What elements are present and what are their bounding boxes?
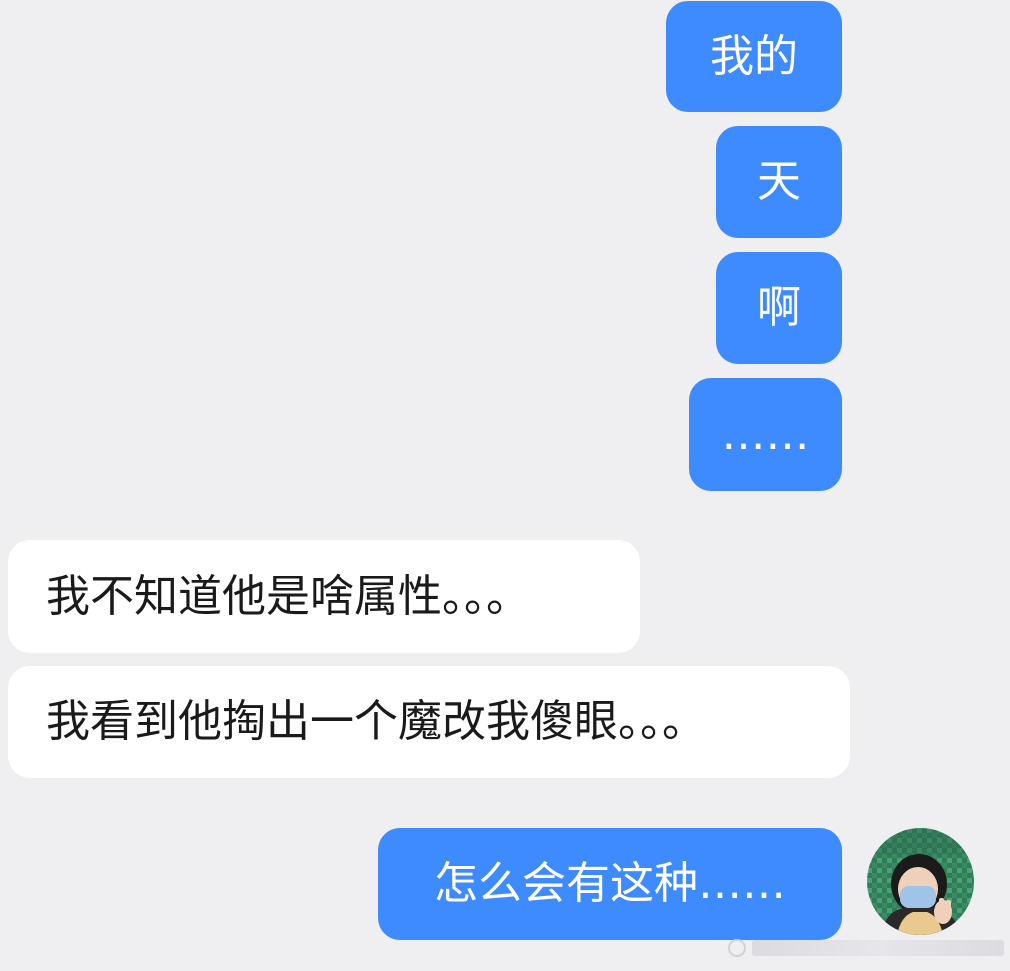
message-text: 天 bbox=[757, 156, 801, 207]
message-bubble-outgoing[interactable]: 我的 bbox=[666, 1, 842, 112]
user-avatar[interactable] bbox=[867, 828, 974, 935]
message-text: 啊 bbox=[757, 282, 801, 333]
message-bubble-outgoing[interactable]: …… bbox=[689, 378, 842, 491]
message-bubble-outgoing[interactable]: 怎么会有这种…… bbox=[378, 828, 842, 940]
watermark-bar bbox=[752, 940, 1004, 956]
user-avatar-photo-icon bbox=[867, 828, 974, 935]
message-text: 我看到他掏出一个魔改我傻眼。。。 bbox=[46, 696, 706, 747]
watermark-logo-icon bbox=[728, 939, 746, 957]
message-bubble-outgoing[interactable]: 天 bbox=[716, 126, 842, 238]
message-text: …… bbox=[721, 408, 810, 460]
message-text: 我的 bbox=[710, 30, 798, 82]
message-bubble-outgoing[interactable]: 啊 bbox=[716, 252, 842, 364]
message-bubble-incoming[interactable]: 我看到他掏出一个魔改我傻眼。。。 bbox=[8, 666, 850, 778]
message-text: 怎么会有这种…… bbox=[434, 858, 786, 909]
message-text: 我不知道他是啥属性。。。 bbox=[46, 570, 530, 622]
message-bubble-incoming[interactable]: 我不知道他是啥属性。。。 bbox=[8, 540, 640, 653]
watermark bbox=[728, 937, 1004, 959]
